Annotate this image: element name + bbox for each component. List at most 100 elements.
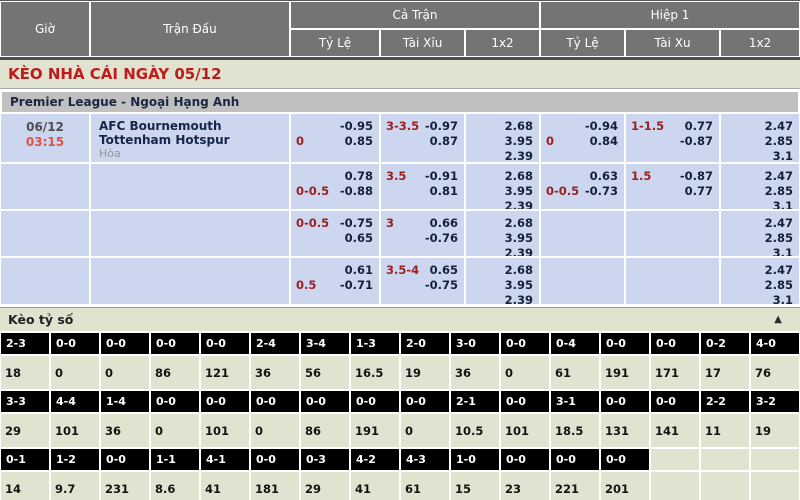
score-odds-cell[interactable]: 141: [651, 414, 699, 447]
odds-value: -0.94: [585, 119, 618, 134]
odds-handicap-label: 3: [386, 216, 394, 231]
score-odds-cell[interactable]: 23: [501, 472, 549, 500]
score-odds-cell[interactable]: 11: [701, 414, 749, 447]
odds-cell-ft-1x2[interactable]: 2.683.952.39: [466, 211, 539, 256]
odds-cell-h1-handicap[interactable]: -0.9400.84: [541, 114, 624, 162]
score-label-cell: 3-3: [1, 391, 49, 412]
odds-line: -0.94: [546, 119, 618, 134]
score-odds-cell[interactable]: 201: [601, 472, 649, 500]
match-teams-cell[interactable]: AFC BournemouthTottenham HotspurHòa: [91, 114, 289, 162]
odds-cell-h1-1x2[interactable]: 2.472.853.1: [721, 164, 799, 209]
score-odds-cell[interactable]: 36: [451, 356, 499, 389]
odds-cell-h1-overunder[interactable]: 1.5-0.870.77: [626, 164, 719, 209]
home-team-name[interactable]: AFC Bournemouth: [99, 119, 289, 133]
score-odds-cell[interactable]: 121: [201, 356, 249, 389]
score-odds-cell[interactable]: 14: [1, 472, 49, 500]
odds-cell-ft-handicap[interactable]: 0.610.5-0.71: [291, 258, 379, 304]
odds-cell-ft-overunder[interactable]: 3.5-0.910.81: [381, 164, 464, 209]
score-odds-cell[interactable]: 29: [301, 472, 349, 500]
score-odds-cell[interactable]: 10.5: [451, 414, 499, 447]
collapse-triangle-icon[interactable]: ▲: [774, 314, 782, 325]
score-odds-cell[interactable]: 131: [601, 414, 649, 447]
score-odds-cell[interactable]: 101: [51, 414, 99, 447]
odds-cell-h1-1x2[interactable]: 2.472.853.1: [721, 114, 799, 162]
odds-cell-h1-handicap[interactable]: 0.630-0.5-0.73: [541, 164, 624, 209]
score-label-cell: 4-0: [751, 333, 799, 354]
odds-value: 3.1: [773, 293, 793, 304]
score-label-cell: 4-1: [201, 449, 249, 470]
odds-cell-ft-overunder[interactable]: 3-3.5-0.970.87: [381, 114, 464, 162]
odds-line: 2.68: [471, 169, 533, 184]
odds-line: 0.81: [386, 184, 458, 199]
score-odds-cell[interactable]: 231: [101, 472, 149, 500]
score-odds-cell[interactable]: 0: [401, 414, 449, 447]
score-odds-cell[interactable]: 29: [1, 414, 49, 447]
odds-value: 0.63: [590, 169, 618, 184]
score-odds-cell[interactable]: 36: [251, 356, 299, 389]
odds-cell-ft-handicap[interactable]: 0-0.5-0.750.65: [291, 211, 379, 256]
odds-cell-ft-1x2[interactable]: 2.683.952.39: [466, 164, 539, 209]
score-odds-cell[interactable]: 18.5: [551, 414, 599, 447]
score-odds-cell[interactable]: 19: [751, 414, 799, 447]
odds-line: 1-1.50.77: [631, 119, 713, 134]
score-odds-cell[interactable]: 18: [1, 356, 49, 389]
score-odds-cell[interactable]: 221: [551, 472, 599, 500]
score-odds-cell[interactable]: 0: [501, 356, 549, 389]
score-odds-cell[interactable]: 76: [751, 356, 799, 389]
score-odds-cell[interactable]: 19: [401, 356, 449, 389]
odds-value: -0.87: [680, 169, 713, 184]
score-label-cell: 0-0: [651, 391, 699, 412]
odds-cell-ft-overunder[interactable]: 30.66-0.76: [381, 211, 464, 256]
odds-cell-ft-1x2[interactable]: 2.683.952.39: [466, 114, 539, 162]
odds-value: -0.73: [585, 184, 618, 199]
odds-cell-h1-1x2[interactable]: 2.472.853.1: [721, 258, 799, 304]
score-odds-cell[interactable]: 0: [251, 414, 299, 447]
score-label-cell: 0-2: [701, 333, 749, 354]
score-label-cell: 4-3: [401, 449, 449, 470]
score-odds-cell[interactable]: 0: [151, 414, 199, 447]
match-time-cell: [1, 164, 89, 209]
subheader-ft-1x2: 1x2: [466, 30, 539, 56]
odds-value: 0.78: [345, 169, 373, 184]
odds-value: 2.39: [505, 199, 533, 209]
score-odds-cell[interactable]: 56: [301, 356, 349, 389]
score-odds-cell[interactable]: 41: [201, 472, 249, 500]
score-odds-cell[interactable]: 181: [251, 472, 299, 500]
odds-value: 0.61: [345, 263, 373, 278]
score-odds-cell[interactable]: 191: [601, 356, 649, 389]
odds-value: 3.95: [505, 278, 533, 293]
score-odds-cell[interactable]: 191: [351, 414, 399, 447]
score-label-cell: 0-4: [551, 333, 599, 354]
score-odds-cell[interactable]: 101: [201, 414, 249, 447]
score-odds-cell[interactable]: 171: [651, 356, 699, 389]
score-odds-cell[interactable]: 41: [351, 472, 399, 500]
score-odds-cell[interactable]: 86: [301, 414, 349, 447]
score-odds-cell[interactable]: 0: [51, 356, 99, 389]
odds-line: 3.5-0.91: [386, 169, 458, 184]
score-odds-cell[interactable]: 15: [451, 472, 499, 500]
odds-cell-h1-1x2[interactable]: 2.472.853.1: [721, 211, 799, 256]
score-odds-cell[interactable]: 17: [701, 356, 749, 389]
odds-cell-ft-handicap[interactable]: 0.780-0.5-0.88: [291, 164, 379, 209]
odds-cell-ft-overunder[interactable]: 3.5-40.65-0.75: [381, 258, 464, 304]
score-odds-cell[interactable]: 8.6: [151, 472, 199, 500]
score-odds-cell[interactable]: 86: [151, 356, 199, 389]
odds-cell-ft-1x2[interactable]: 2.683.952.39: [466, 258, 539, 304]
score-odds-cell[interactable]: 36: [101, 414, 149, 447]
odds-cell-h1-overunder[interactable]: 1-1.50.77-0.87: [626, 114, 719, 162]
score-odds-cell[interactable]: 0: [101, 356, 149, 389]
score-odds-cell[interactable]: 16.5: [351, 356, 399, 389]
score-odds-cell[interactable]: 9.7: [51, 472, 99, 500]
score-odds-cell[interactable]: 101: [501, 414, 549, 447]
score-odds-cell[interactable]: 61: [551, 356, 599, 389]
odds-value: -0.87: [680, 134, 713, 149]
odds-value: 2.85: [765, 231, 793, 246]
odds-line: 0.5-0.71: [296, 278, 373, 293]
score-odds-cell[interactable]: 61: [401, 472, 449, 500]
odds-line: 2.85: [726, 278, 793, 293]
odds-value: -0.75: [340, 216, 373, 231]
odds-cell-ft-handicap[interactable]: -0.9500.85: [291, 114, 379, 162]
away-team-name[interactable]: Tottenham Hotspur: [99, 133, 289, 147]
score-label-cell: 0-0: [651, 333, 699, 354]
score-label-cell: [751, 449, 799, 470]
